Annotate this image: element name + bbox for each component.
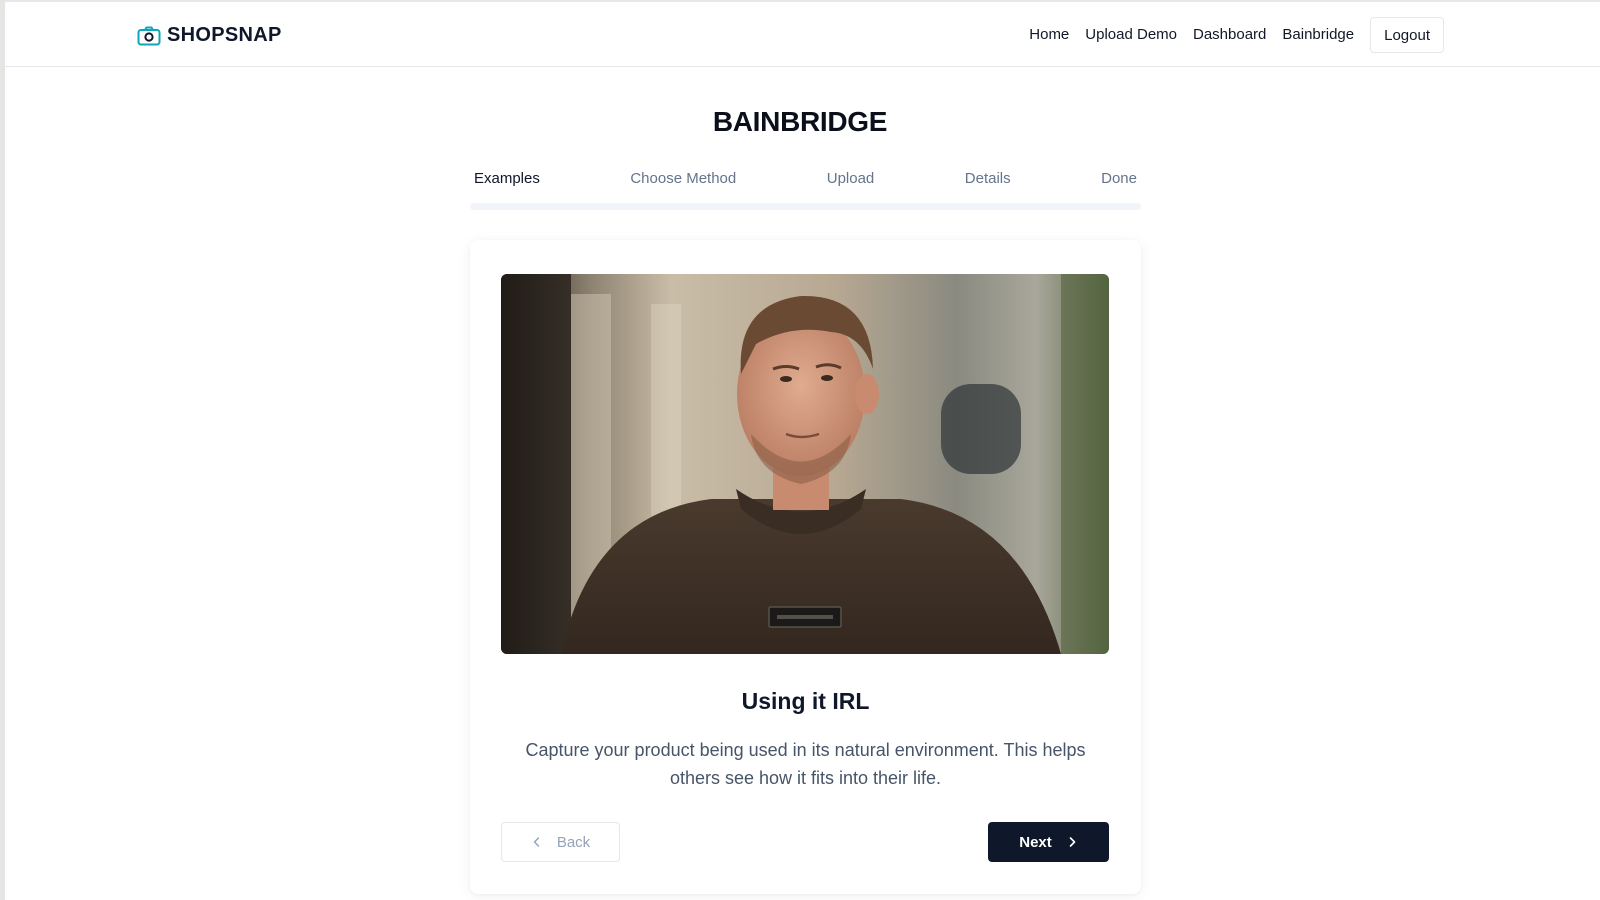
main-nav: Home Upload Demo Dashboard Bainbridge Lo… xyxy=(1013,17,1444,53)
nav-bainbridge[interactable]: Bainbridge xyxy=(1282,18,1354,52)
wizard-steps: Examples Choose Method Upload Details Do… xyxy=(470,170,1141,210)
example-card: Using it IRL Capture your product being … xyxy=(470,240,1141,894)
top-navigation-bar: SHOPSNAP Home Upload Demo Dashboard Bain… xyxy=(5,0,1600,67)
nav-dashboard[interactable]: Dashboard xyxy=(1193,18,1266,52)
camera-icon xyxy=(137,26,161,45)
next-button[interactable]: Next xyxy=(988,822,1109,862)
card-heading: Using it IRL xyxy=(741,688,870,714)
logout-button[interactable]: Logout xyxy=(1370,17,1444,53)
step-labels: Examples Choose Method Upload Details Do… xyxy=(470,170,1141,187)
brand-name: SHOPSNAP xyxy=(167,24,282,46)
step-details[interactable]: Details xyxy=(965,170,1011,187)
step-examples[interactable]: Examples xyxy=(474,170,540,187)
chevron-left-icon xyxy=(533,837,540,847)
example-photo xyxy=(501,274,1109,654)
next-button-label: Next xyxy=(1019,833,1052,851)
card-description: Capture your product being used in its n… xyxy=(525,740,1086,788)
nav-home[interactable]: Home xyxy=(1029,18,1069,52)
step-done[interactable]: Done xyxy=(1101,170,1137,187)
brand-logo[interactable]: SHOPSNAP xyxy=(137,24,282,47)
step-progress-track xyxy=(470,203,1141,210)
back-button[interactable]: Back xyxy=(501,822,620,862)
page-title: BAINBRIDGE xyxy=(712,106,888,137)
example-photo-illustration xyxy=(501,274,1109,654)
step-choose-method[interactable]: Choose Method xyxy=(630,170,736,187)
step-upload[interactable]: Upload xyxy=(827,170,875,187)
chevron-right-icon xyxy=(1069,837,1076,847)
nav-upload-demo[interactable]: Upload Demo xyxy=(1085,18,1177,52)
back-button-label: Back xyxy=(556,833,591,851)
